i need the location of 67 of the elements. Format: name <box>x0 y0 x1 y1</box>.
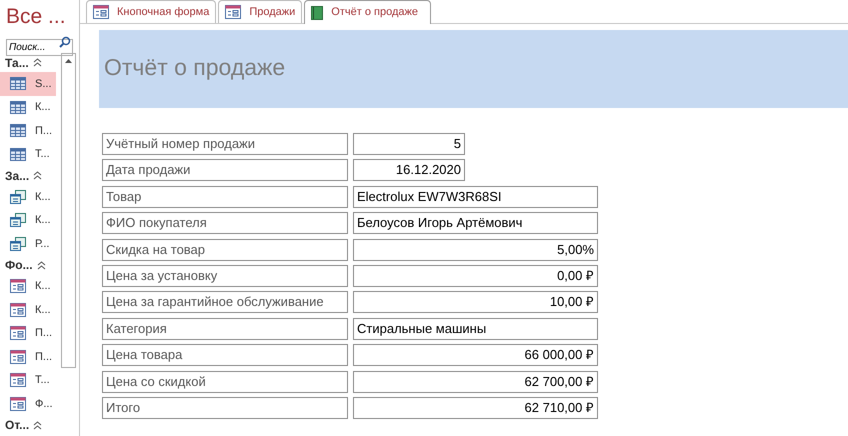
document-tab[interactable]: Продажи <box>218 0 302 23</box>
field-value: 16.12.2020 <box>353 159 465 182</box>
field-value: 5 <box>353 133 465 155</box>
collapse-icon[interactable] <box>36 260 46 270</box>
field-label: ФИО покупателя <box>102 212 348 234</box>
form-icon <box>10 279 26 294</box>
form-icon <box>10 396 26 411</box>
nav-item[interactable]: П... <box>0 322 56 345</box>
nav-item[interactable]: П... <box>0 119 56 142</box>
nav-item[interactable]: S... <box>0 72 56 96</box>
search-icon[interactable] <box>59 36 71 48</box>
field-label: Цена за установку <box>102 264 348 287</box>
group-header[interactable]: От... <box>5 416 30 434</box>
nav-item[interactable]: П... <box>0 345 56 368</box>
nav-item[interactable]: К... <box>0 185 56 208</box>
search-field[interactable]: Поиск... <box>6 39 73 56</box>
field-value: 0,00 ₽ <box>353 264 598 287</box>
query-icon <box>10 236 26 251</box>
form-icon <box>10 302 26 317</box>
scrollbar[interactable] <box>61 53 76 368</box>
field-label: Итого <box>102 396 348 419</box>
field-value: Белоусов Игорь Артёмович <box>353 212 598 234</box>
nav-item[interactable]: Ф... <box>0 392 56 416</box>
collapse-icon[interactable] <box>33 171 42 180</box>
form-icon <box>93 5 109 19</box>
document-tab[interactable]: Отчёт о продаже <box>304 0 431 24</box>
document-tab[interactable]: Кнопочная форма <box>86 0 216 23</box>
table-icon <box>10 77 26 90</box>
collapse-icon[interactable] <box>32 58 42 67</box>
field-value: 5,00% <box>353 238 598 261</box>
field-value: Стиральные машины <box>353 318 598 340</box>
form-icon <box>10 373 26 388</box>
query-icon <box>10 190 26 204</box>
field-label: Дата продажи <box>102 159 348 182</box>
nav-item[interactable]: К... <box>0 298 56 322</box>
field-value: Electrolux EW7W3R68SI <box>353 186 598 208</box>
nav-item[interactable]: К... <box>0 208 56 232</box>
report-icon <box>311 6 324 20</box>
nav-item[interactable]: К... <box>0 96 56 119</box>
field-label: Товар <box>102 186 348 208</box>
form-icon <box>225 5 242 19</box>
nav-title[interactable]: Все ... <box>0 0 79 34</box>
field-label: Скидка на товар <box>102 238 348 261</box>
field-label: Категория <box>102 318 348 340</box>
nav-item[interactable]: Т... <box>0 142 56 166</box>
field-value: 62 710,00 ₽ <box>353 396 598 419</box>
field-label: Цена товара <box>102 344 348 366</box>
table-icon <box>10 148 26 161</box>
field-label: Учётный номер продажи <box>102 133 348 155</box>
field-label: Цена со скидкой <box>102 370 348 393</box>
nav-item[interactable]: К... <box>0 274 56 298</box>
collapse-icon[interactable] <box>33 420 42 430</box>
group-header[interactable]: Фо... <box>5 256 33 274</box>
group-header[interactable]: За... <box>5 166 30 184</box>
field-label: Цена за гарантийное обслуживание <box>102 291 348 314</box>
field-value: 62 700,00 ₽ <box>353 370 598 393</box>
group-header[interactable]: Та... <box>5 54 29 72</box>
nav-item[interactable]: Т... <box>0 368 56 392</box>
field-value: 66 000,00 ₽ <box>353 344 598 366</box>
nav-item[interactable]: Р... <box>0 232 56 256</box>
report-title: Отчёт о продаже <box>104 56 286 79</box>
form-icon <box>10 326 26 340</box>
table-icon <box>10 100 26 114</box>
field-value: 10,00 ₽ <box>353 291 598 314</box>
query-icon <box>10 213 26 228</box>
table-icon <box>10 124 26 138</box>
form-icon <box>10 350 26 364</box>
